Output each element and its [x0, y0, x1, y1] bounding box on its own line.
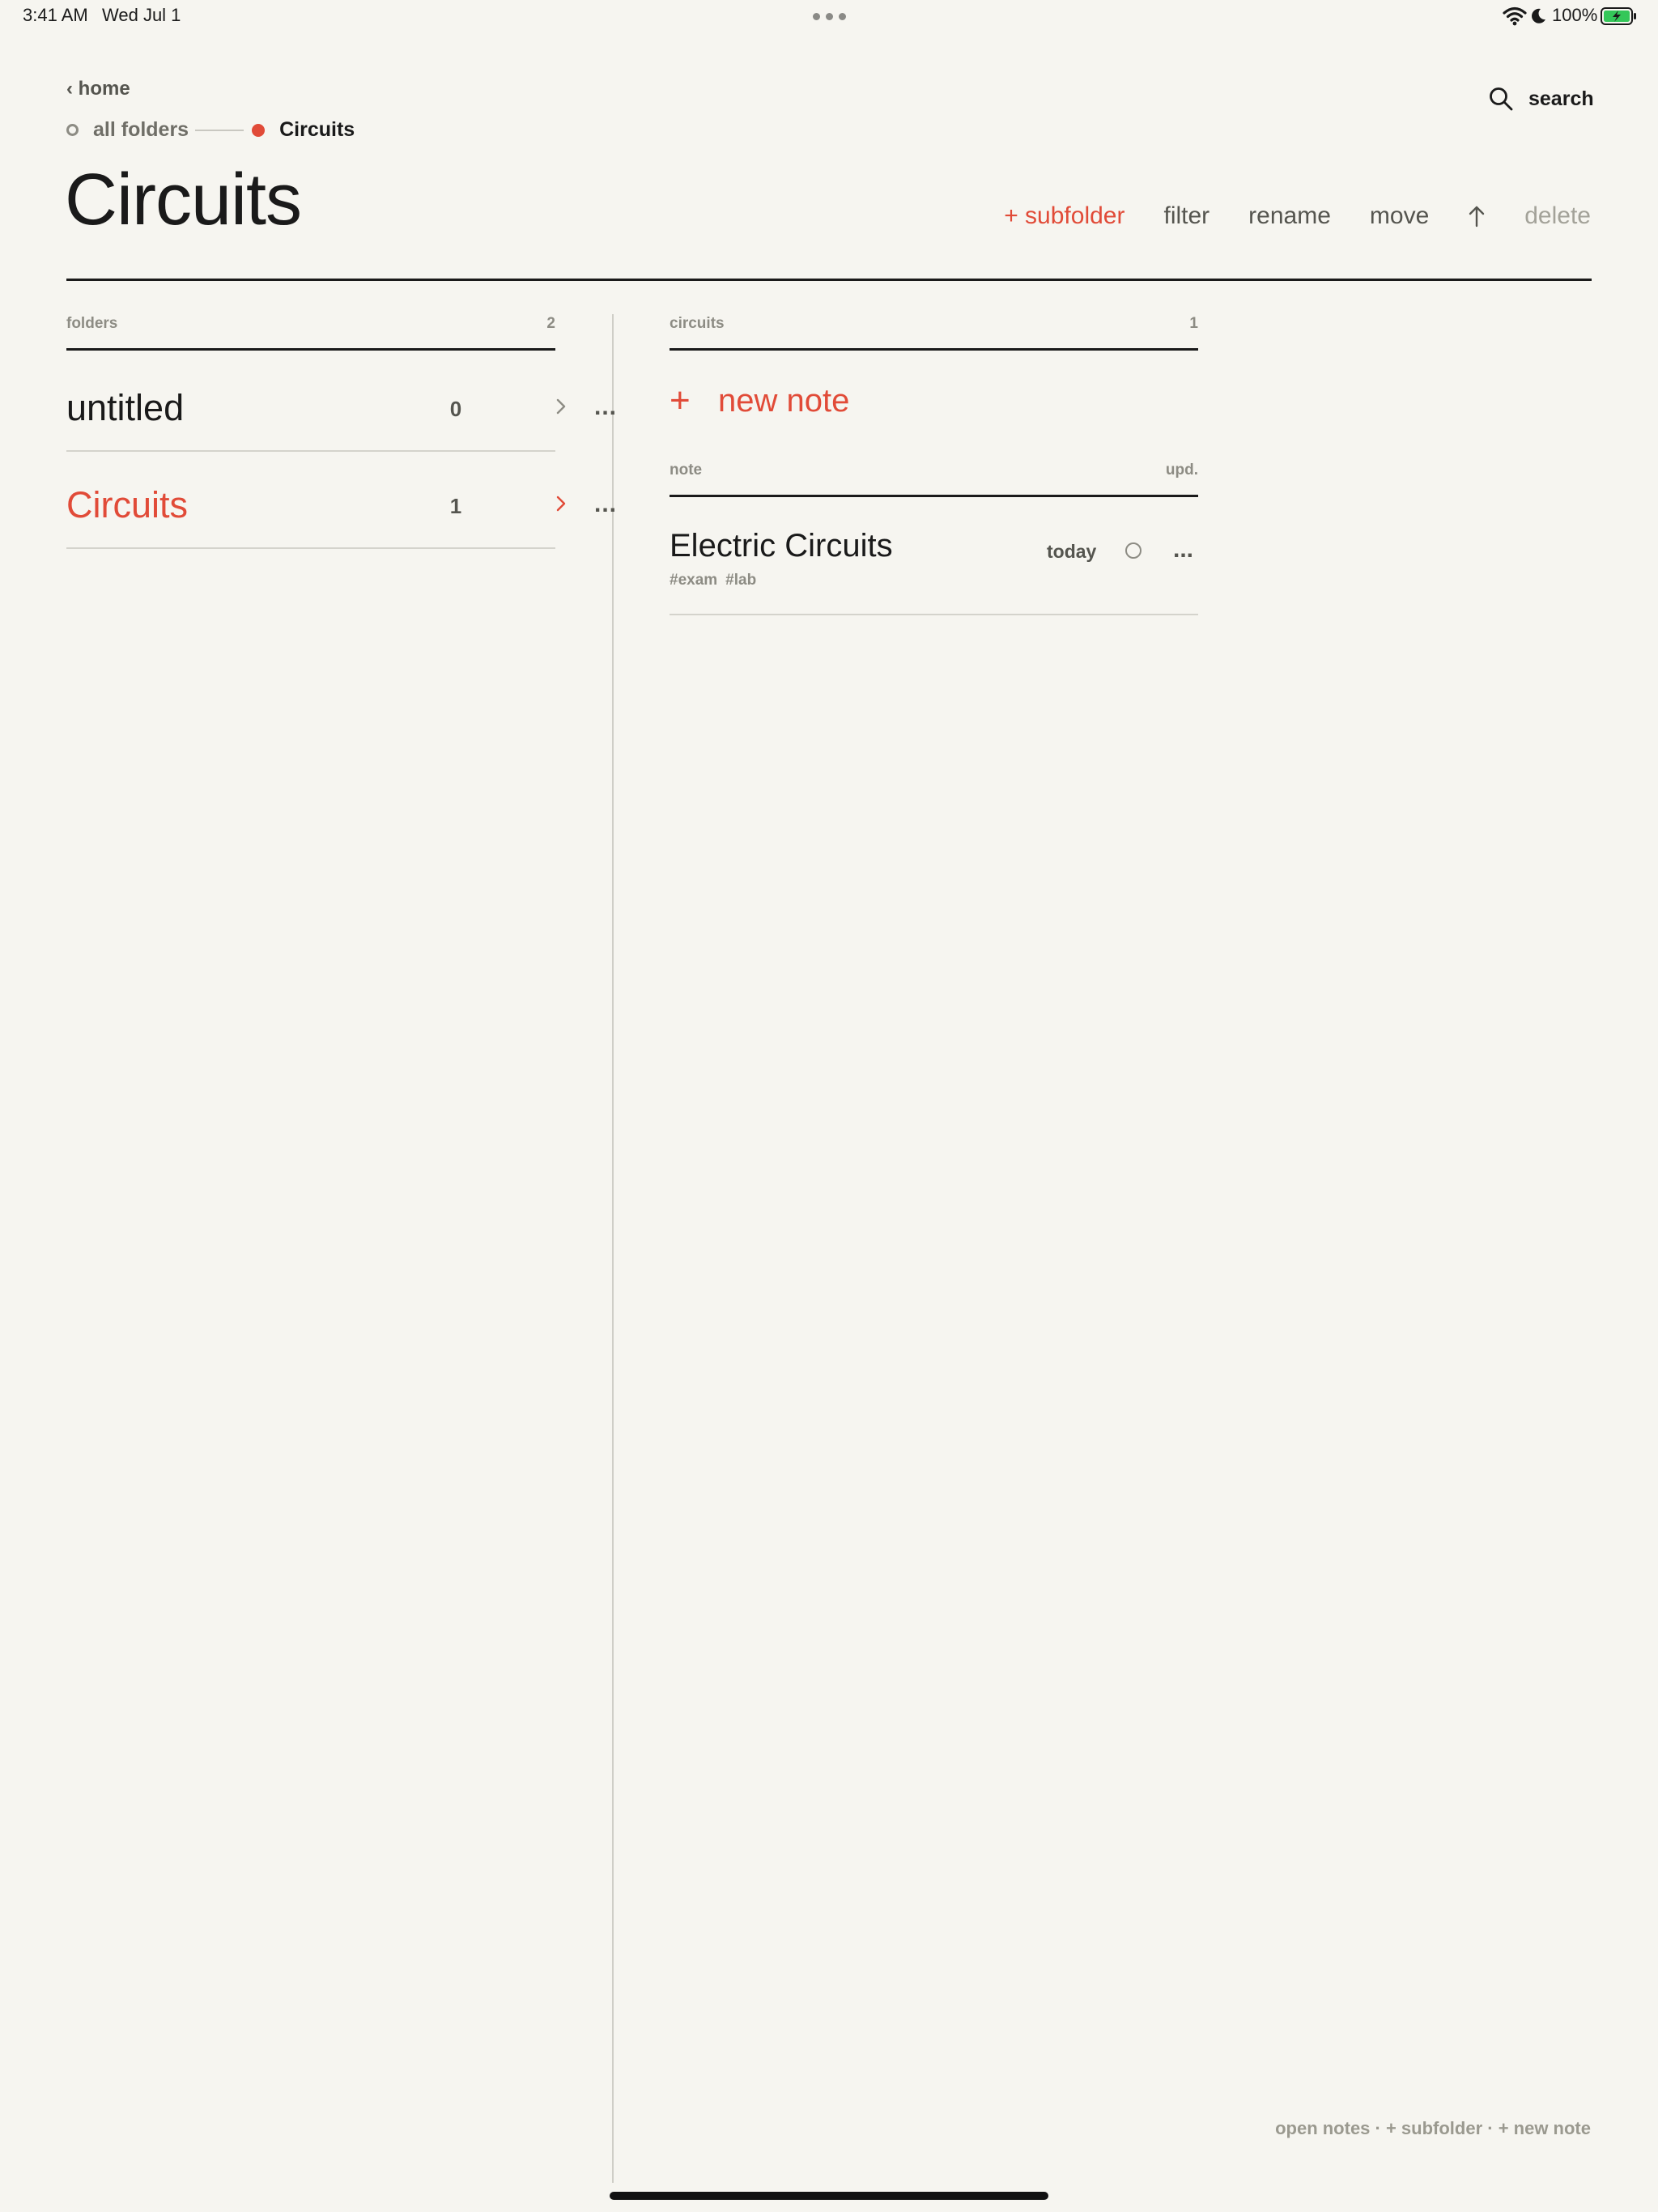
delete-button[interactable]: delete: [1524, 202, 1591, 230]
new-note-label: new note: [718, 382, 850, 419]
row-divider: [670, 614, 1198, 615]
updated-column-header: upd.: [1165, 462, 1198, 479]
arrow-up-icon[interactable]: [1468, 204, 1486, 228]
wifi-icon: [1503, 6, 1527, 26]
notes-section-divider: [670, 348, 1198, 351]
filter-button[interactable]: filter: [1163, 202, 1209, 230]
pane-divider: [612, 314, 614, 2183]
header-divider: [66, 279, 1592, 281]
note-tag[interactable]: #lab: [725, 572, 756, 589]
add-subfolder-button[interactable]: + subfolder: [1004, 202, 1124, 230]
folders-section-count: 2: [546, 315, 555, 332]
battery-charging-icon: [1601, 7, 1636, 25]
folder-more-button[interactable]: ...: [594, 491, 617, 518]
search-label: search: [1528, 87, 1594, 110]
note-status-circle-icon[interactable]: [1125, 542, 1141, 559]
breadcrumb-current-dot-icon: [252, 123, 266, 137]
note-tags: #exam #lab: [670, 572, 756, 589]
breadcrumb-connector: [195, 129, 244, 131]
battery-percentage: 100%: [1552, 5, 1598, 25]
new-note-button[interactable]: + new note: [670, 381, 849, 421]
status-date: Wed Jul 1: [102, 5, 181, 25]
breadcrumb-all-folders[interactable]: all folders: [93, 118, 189, 142]
footer-shortcut-hint: open notes · + subfolder · + new note: [1275, 2118, 1591, 2138]
status-time: 3:41 AM: [23, 5, 88, 25]
folder-note-count: 0: [449, 397, 462, 421]
breadcrumb-dot-icon: [66, 124, 79, 136]
row-divider: [66, 450, 555, 452]
folder-more-button[interactable]: ...: [594, 393, 617, 421]
breadcrumb: all folders Circuits: [66, 118, 355, 142]
note-updated-date: today: [1047, 541, 1097, 562]
row-divider: [66, 547, 555, 549]
folders-section-label: folders: [66, 315, 118, 332]
folder-note-count: 1: [449, 494, 462, 518]
folder-row-untitled[interactable]: untitled 0 ...: [66, 356, 616, 452]
note-more-button[interactable]: ...: [1173, 536, 1193, 564]
plus-icon: +: [670, 381, 691, 420]
note-row-electric-circuits[interactable]: Electric Circuits #exam #lab today ...: [670, 504, 1198, 615]
chevron-right-icon[interactable]: [555, 397, 567, 416]
folder-row-circuits[interactable]: Circuits 1 ...: [66, 453, 616, 549]
moon-icon: [1532, 8, 1545, 23]
multitasking-dots-icon[interactable]: [813, 13, 846, 20]
home-indicator[interactable]: [610, 2192, 1048, 2200]
notes-list-divider: [670, 495, 1198, 497]
note-tag[interactable]: #exam: [670, 572, 717, 589]
move-button[interactable]: move: [1370, 202, 1429, 230]
folder-actions-toolbar: + subfolder filter rename move delete: [1004, 202, 1591, 230]
page-title: Circuits: [65, 160, 302, 240]
note-column-header: note: [670, 462, 703, 479]
back-home-link[interactable]: ‹ home: [66, 78, 130, 100]
folder-name: Circuits: [66, 484, 189, 525]
folder-name: untitled: [66, 387, 185, 428]
notes-section-label: circuits: [670, 315, 725, 332]
search-icon: [1490, 87, 1513, 111]
rename-button[interactable]: rename: [1248, 202, 1331, 230]
folders-section-divider: [66, 348, 555, 351]
notes-section-count: 1: [1189, 315, 1198, 332]
note-title: Electric Circuits: [670, 528, 893, 564]
chevron-right-icon[interactable]: [555, 494, 567, 513]
breadcrumb-current: Circuits: [279, 118, 355, 141]
search-button[interactable]: search: [1488, 86, 1594, 112]
